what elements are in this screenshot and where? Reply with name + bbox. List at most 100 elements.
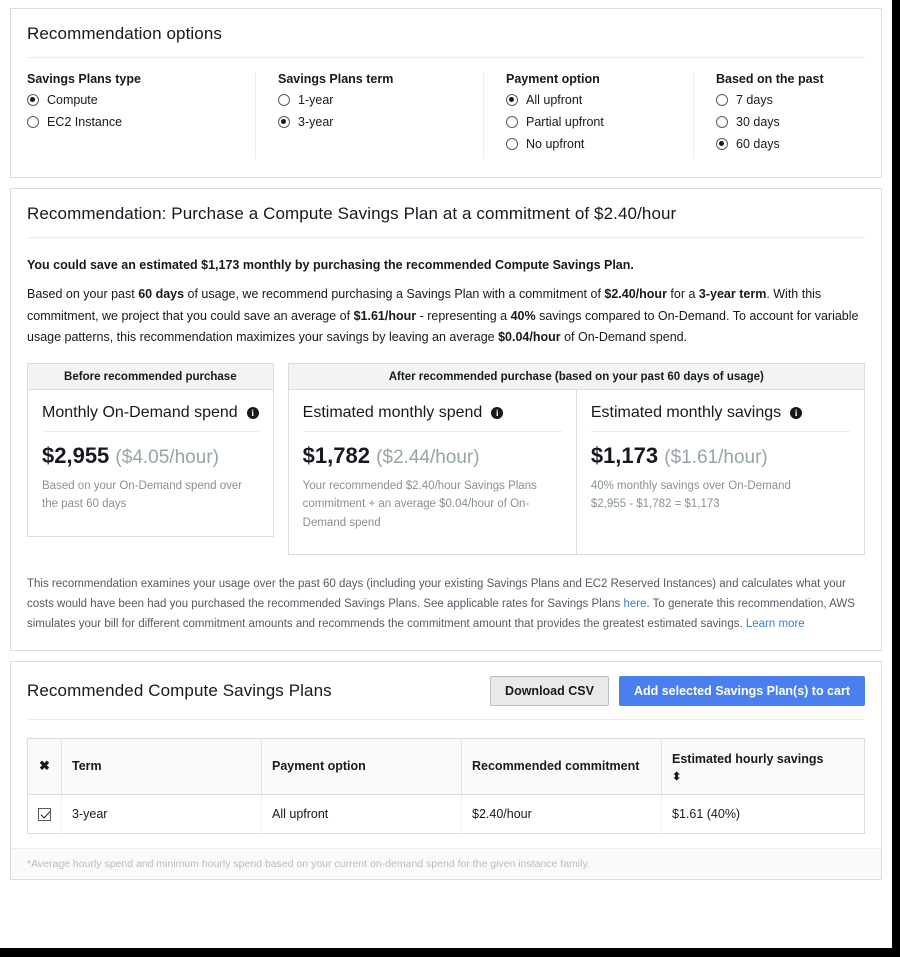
info-icon[interactable]: i (790, 407, 802, 419)
card-hourly-rate: ($2.44/hour) (376, 447, 480, 468)
card-amount: $1,173 (591, 443, 658, 468)
radio-option-compute[interactable]: Compute (27, 93, 237, 107)
savings-plans-rates-link[interactable]: here (623, 598, 646, 610)
option-group-legend: Based on the past (716, 72, 865, 86)
table-panel-title: Recommended Compute Savings Plans (27, 681, 490, 701)
row-checkbox[interactable] (38, 808, 51, 821)
option-group-payment-option: Payment option All upfront Partial upfro… (483, 72, 693, 159)
sort-arrows-icon[interactable]: ⬍ (672, 772, 854, 783)
table-head: ✖ Term Payment option Recommended commit… (28, 739, 865, 794)
card-value: $1,782 ($2.44/hour) (303, 443, 562, 469)
table-header-row: ✖ Term Payment option Recommended commit… (28, 739, 865, 794)
recommendation-options-panel: Recommendation options Savings Plans typ… (10, 8, 882, 178)
row-select-cell[interactable] (28, 794, 62, 833)
radio-indicator[interactable] (716, 94, 728, 106)
radio-option-60-days[interactable]: 60 days (716, 137, 865, 151)
card-title-text: Estimated monthly spend (303, 404, 483, 422)
emphasis-text: 60 days (138, 287, 184, 301)
card-title: Estimated monthly savings i (591, 404, 850, 432)
radio-indicator[interactable] (278, 94, 290, 106)
table-row[interactable]: 3-year All upfront $2.40/hour $1.61 (40%… (28, 794, 865, 833)
radio-indicator[interactable] (27, 116, 39, 128)
radio-label: EC2 Instance (47, 115, 122, 129)
card-hourly-rate: ($1.61/hour) (664, 447, 768, 468)
recommendation-fineprint: This recommendation examines your usage … (27, 569, 865, 650)
card-title: Monthly On-Demand spend i (42, 404, 259, 432)
radio-indicator[interactable] (716, 138, 728, 150)
clear-selection-icon[interactable]: ✖ (39, 758, 50, 773)
body-text: Based on your past (27, 287, 138, 301)
add-selected-to-cart-button[interactable]: Add selected Savings Plan(s) to cart (619, 676, 865, 706)
option-group-savings-plans-type: Savings Plans type Compute EC2 Instance (27, 72, 255, 159)
card-amount: $2,955 (42, 443, 109, 468)
after-purchase-group: After recommended purchase (based on you… (288, 363, 865, 556)
card-monthly-on-demand-spend: Monthly On-Demand spend i $2,955 ($4.05/… (28, 390, 273, 536)
card-note-line-1: 40% monthly savings over On-Demand (591, 477, 850, 496)
card-note: Your recommended $2.40/hour Savings Plan… (303, 477, 562, 533)
emphasis-text: $1.61/hour (354, 309, 417, 323)
radio-option-3-year[interactable]: 3-year (278, 115, 465, 129)
radio-indicator[interactable] (506, 116, 518, 128)
body-text: of usage, we recommend purchasing a Savi… (184, 287, 604, 301)
option-group-legend: Savings Plans type (27, 72, 237, 86)
radio-option-partial-upfront[interactable]: Partial upfront (506, 115, 675, 129)
page-root: Recommendation options Savings Plans typ… (0, 0, 892, 948)
radio-label: 1-year (298, 93, 333, 107)
info-icon[interactable]: i (491, 407, 503, 419)
radio-label: 3-year (298, 115, 333, 129)
info-icon[interactable]: i (247, 407, 259, 419)
option-group-legend: Savings Plans term (278, 72, 465, 86)
options-row: Savings Plans type Compute EC2 Instance … (27, 58, 865, 177)
cell-estimated-hourly-savings: $1.61 (40%) (662, 794, 865, 833)
card-value: $1,173 ($1.61/hour) (591, 443, 850, 469)
radio-indicator[interactable] (506, 94, 518, 106)
learn-more-link[interactable]: Learn more (746, 618, 805, 630)
emphasis-text: $0.04/hour (498, 330, 561, 344)
radio-option-ec2-instance[interactable]: EC2 Instance (27, 115, 237, 129)
card-note: 40% monthly savings over On-Demand $2,95… (591, 477, 850, 514)
body-text: - representing a (416, 309, 511, 323)
option-group-savings-plans-term: Savings Plans term 1-year 3-year (255, 72, 483, 159)
after-group-header: After recommended purchase (based on you… (288, 363, 865, 389)
radio-option-all-upfront[interactable]: All upfront (506, 93, 675, 107)
card-hourly-rate: ($4.05/hour) (115, 447, 219, 468)
before-group-header: Before recommended purchase (27, 363, 274, 389)
radio-option-1-year[interactable]: 1-year (278, 93, 465, 107)
savings-plans-table: ✖ Term Payment option Recommended commit… (27, 738, 865, 833)
radio-option-7-days[interactable]: 7 days (716, 93, 865, 107)
radio-label: All upfront (526, 93, 582, 107)
option-group-based-on-the-past: Based on the past 7 days 30 days 60 days (693, 72, 883, 159)
column-header-term[interactable]: Term (62, 739, 262, 794)
emphasis-text: 40% (511, 309, 536, 323)
table-header-bar: Recommended Compute Savings Plans Downlo… (27, 662, 865, 720)
radio-label: Partial upfront (526, 115, 604, 129)
cell-recommended-commitment: $2.40/hour (462, 794, 662, 833)
column-header-estimated-hourly-savings[interactable]: Estimated hourly savings ⬍ (662, 739, 865, 794)
radio-label: 7 days (736, 93, 773, 107)
card-note: Based on your On-Demand spend over the p… (42, 477, 259, 514)
radio-indicator[interactable] (27, 94, 39, 106)
radio-indicator[interactable] (506, 138, 518, 150)
options-panel-title: Recommendation options (27, 9, 865, 58)
card-value: $2,955 ($4.05/hour) (42, 443, 259, 469)
radio-label: No upfront (526, 137, 584, 151)
column-header-recommended-commitment[interactable]: Recommended commitment (462, 739, 662, 794)
radio-indicator[interactable] (278, 116, 290, 128)
option-group-legend: Payment option (506, 72, 675, 86)
table-footnote: *Average hourly spend and minimum hourly… (11, 848, 881, 879)
column-header-select-all[interactable]: ✖ (28, 739, 62, 794)
screenshot-frame: Recommendation options Savings Plans typ… (0, 0, 900, 957)
radio-option-30-days[interactable]: 30 days (716, 115, 865, 129)
card-estimated-monthly-spend: Estimated monthly spend i $1,782 ($2.44/… (289, 390, 576, 555)
recommendation-title: Recommendation: Purchase a Compute Savin… (27, 189, 865, 238)
card-title: Estimated monthly spend i (303, 404, 562, 432)
cell-payment-option: All upfront (262, 794, 462, 833)
radio-indicator[interactable] (716, 116, 728, 128)
recommendation-lead: You could save an estimated $1,173 month… (27, 238, 865, 276)
recommended-savings-plans-panel: Recommended Compute Savings Plans Downlo… (10, 661, 882, 879)
download-csv-button[interactable]: Download CSV (490, 676, 609, 706)
card-estimated-monthly-savings: Estimated monthly savings i $1,173 ($1.6… (576, 390, 864, 555)
column-header-payment-option[interactable]: Payment option (262, 739, 462, 794)
emphasis-text: $2.40/hour (604, 287, 667, 301)
radio-option-no-upfront[interactable]: No upfront (506, 137, 675, 151)
